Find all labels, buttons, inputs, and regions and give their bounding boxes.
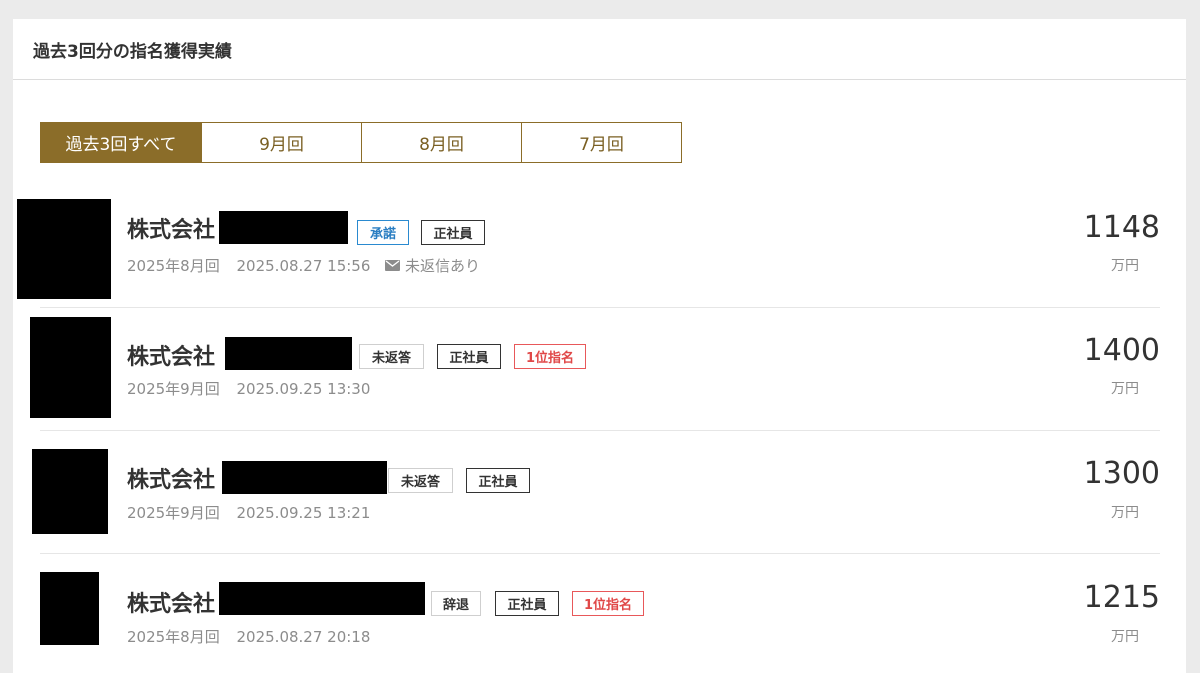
offer-datetime: 2025.08.27 20:18 — [236, 628, 371, 646]
offer-meta: 2025年8月回 2025.08.27 15:56 — [127, 255, 370, 276]
company-name: 株式会社 — [127, 345, 216, 370]
company-name: 株式会社 — [127, 592, 216, 617]
status-badge: 未返答 — [388, 468, 453, 493]
salary-unit: 万円 — [1111, 381, 1139, 397]
offer-datetime: 2025.09.25 13:30 — [236, 380, 371, 398]
offer-round: 2025年9月回 — [127, 380, 220, 398]
company-logo — [17, 199, 111, 299]
salary-unit: 万円 — [1111, 629, 1139, 645]
row-divider — [40, 430, 1160, 431]
redacted-company-name — [225, 337, 352, 370]
salary-amount: 1400 — [1083, 333, 1160, 368]
round-tabs: 過去3回すべて 9月回 8月回 7月回 — [40, 122, 682, 163]
tab-july[interactable]: 7月回 — [521, 123, 681, 162]
company-name: 株式会社 — [127, 468, 216, 493]
offer-meta: 2025年8月回 2025.08.27 20:18 — [127, 626, 370, 647]
offer-meta: 2025年9月回 2025.09.25 13:30 — [127, 378, 370, 399]
offer-round: 2025年9月回 — [127, 504, 220, 522]
status-badge: 未返答 — [359, 344, 424, 369]
offer-meta: 2025年9月回 2025.09.25 13:21 — [127, 502, 370, 523]
employment-badge: 正社員 — [421, 220, 485, 245]
status-badge: 承諾 — [357, 220, 409, 245]
offer-datetime: 2025.09.25 13:21 — [236, 504, 371, 522]
tab-september[interactable]: 9月回 — [201, 123, 361, 162]
mail-icon — [385, 260, 400, 271]
redacted-company-name — [219, 211, 348, 244]
company-logo — [30, 317, 111, 418]
rank-badge: 1位指名 — [572, 591, 644, 616]
offer-round: 2025年8月回 — [127, 628, 220, 646]
offer-round: 2025年8月回 — [127, 257, 220, 275]
rank-badge: 1位指名 — [514, 344, 586, 369]
company-name: 株式会社 — [127, 218, 216, 243]
redacted-company-name — [222, 461, 387, 494]
salary-amount: 1300 — [1083, 456, 1160, 491]
offer-datetime: 2025.08.27 15:56 — [236, 257, 371, 275]
row-divider — [40, 307, 1160, 308]
company-logo — [32, 449, 108, 534]
tab-all-rounds[interactable]: 過去3回すべて — [41, 123, 201, 162]
salary-amount: 1215 — [1083, 580, 1160, 615]
offer-history-card: 過去3回分の指名獲得実績 過去3回すべて 9月回 8月回 7月回 株式会社 承諾… — [13, 19, 1186, 673]
unreplied-label: 未返信あり — [405, 257, 481, 275]
row-divider — [40, 553, 1160, 554]
company-logo — [40, 572, 99, 645]
salary-unit: 万円 — [1111, 258, 1139, 274]
page-title: 過去3回分の指名獲得実績 — [33, 42, 232, 62]
salary-amount: 1148 — [1083, 210, 1160, 245]
status-badge: 辞退 — [431, 591, 481, 616]
employment-badge: 正社員 — [437, 344, 501, 369]
tab-august[interactable]: 8月回 — [361, 123, 521, 162]
unreplied-indicator[interactable]: 未返信あり — [385, 255, 480, 276]
employment-badge: 正社員 — [495, 591, 559, 616]
redacted-company-name — [219, 582, 425, 615]
salary-unit: 万円 — [1111, 505, 1139, 521]
employment-badge: 正社員 — [466, 468, 530, 493]
card-header: 過去3回分の指名獲得実績 — [13, 19, 1186, 80]
